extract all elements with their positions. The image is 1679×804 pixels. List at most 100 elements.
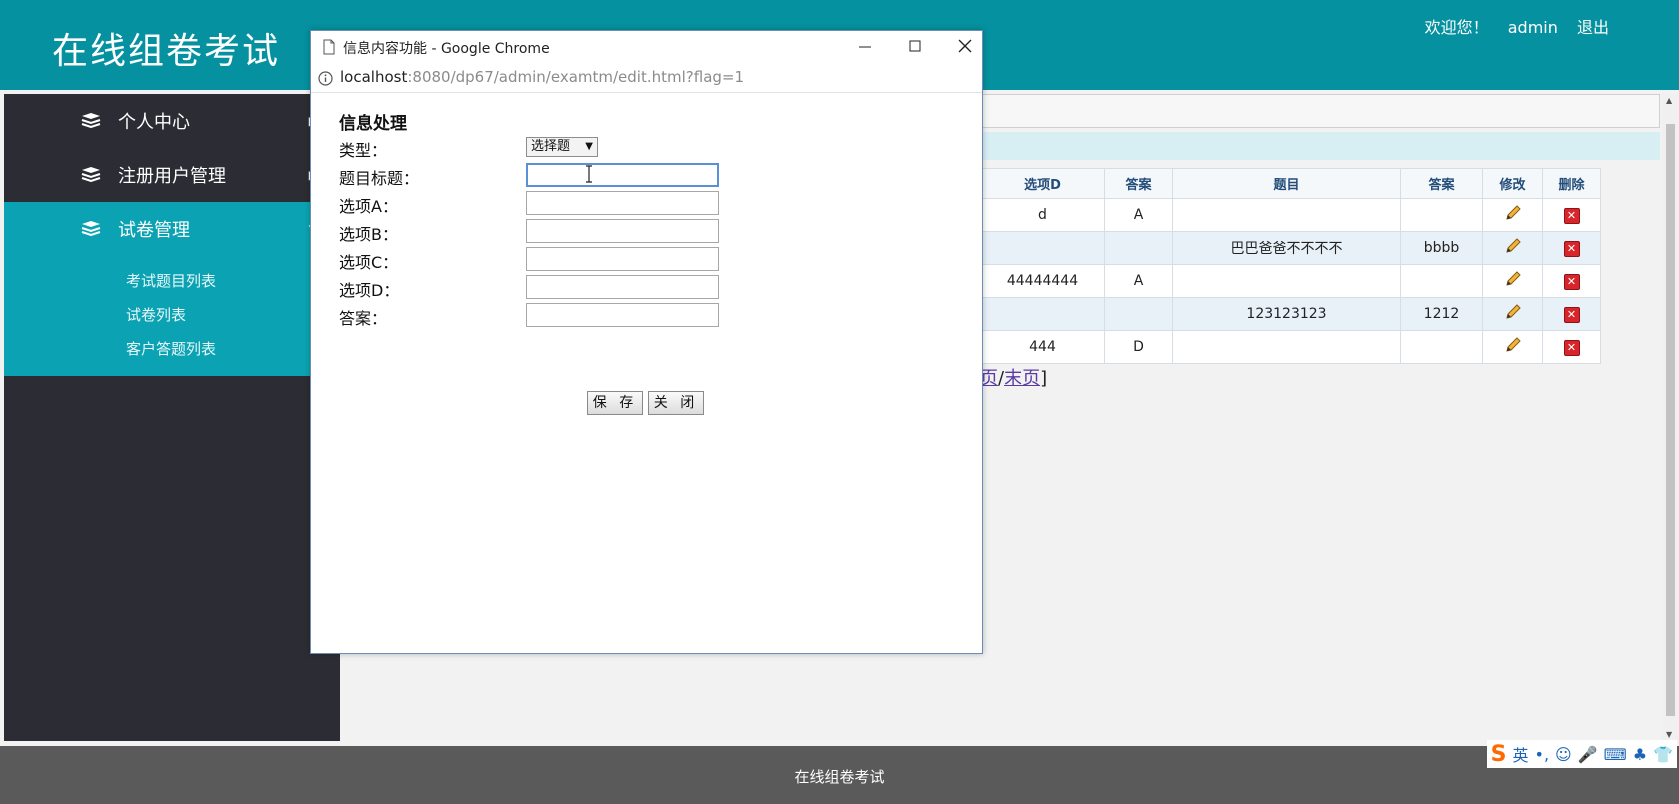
table-cell: ✕	[1542, 330, 1601, 364]
delete-icon[interactable]: ✕	[1563, 240, 1580, 257]
delete-icon[interactable]: ✕	[1563, 339, 1580, 356]
form-row-option-b: 选项B：	[339, 219, 959, 245]
sidebar-item-label: 试卷管理	[118, 220, 190, 241]
table-header-row: 选项D 答案 题目 答案 修改 删除	[940, 168, 1601, 199]
scroll-down-icon[interactable]: ▼	[1666, 730, 1672, 739]
scroll-thumb[interactable]	[1666, 124, 1675, 716]
delete-icon[interactable]: ✕	[1563, 306, 1580, 323]
form-row-option-d: 选项D：	[339, 275, 959, 301]
sidebar-item-exam-management[interactable]: 试卷管理 ▼	[4, 202, 340, 256]
option-c-input[interactable]	[526, 247, 719, 271]
pencil-icon[interactable]	[1504, 270, 1522, 288]
table-row: 444 D ✕	[940, 330, 1601, 364]
table-cell	[1400, 330, 1483, 364]
table-cell	[980, 297, 1105, 331]
form-row-option-a: 选项A：	[339, 191, 959, 217]
minimize-icon	[859, 46, 871, 48]
title-input[interactable]	[526, 163, 719, 187]
keyboard-icon[interactable]: ⌨	[1604, 745, 1627, 764]
delete-icon[interactable]: ✕	[1563, 207, 1580, 224]
sidebar-subitem-question-list[interactable]: 考试题目列表	[4, 264, 340, 298]
ime-language[interactable]: 英	[1512, 742, 1528, 766]
window-titlebar[interactable]: 信息内容功能 - Google Chrome	[311, 31, 982, 63]
form-row-title: 题目标题：	[339, 163, 959, 189]
sidebar-item-user-management[interactable]: 注册用户管理 ▶	[4, 148, 340, 202]
option-d-label: 选项D：	[339, 281, 400, 300]
table-header-cell: 选项D	[980, 168, 1105, 199]
table-cell	[1400, 264, 1483, 298]
sidebar-subitem-answer-list[interactable]: 客户答题列表	[4, 332, 340, 366]
emoji-icon[interactable]: ☺	[1555, 745, 1572, 764]
table-cell: A	[1104, 264, 1173, 298]
edit-form: 信息处理 类型： 选择题 ▼ 题目标题： 选项A： 选项B： 选项C： 选项D：…	[311, 95, 982, 653]
username-link[interactable]: admin	[1508, 18, 1558, 37]
pencil-icon[interactable]	[1504, 204, 1522, 222]
table-header-cell: 答案	[1400, 168, 1483, 199]
delete-icon[interactable]: ✕	[1563, 273, 1580, 290]
user-area: 欢迎您！ admin 退出	[1411, 14, 1609, 38]
table-cell: 巴巴爸爸不不不不	[1172, 231, 1401, 265]
sidebar-item-label: 注册用户管理	[118, 166, 226, 187]
option-b-input[interactable]	[526, 219, 719, 243]
pager-bracket: ]	[1040, 368, 1048, 389]
table-cell	[1172, 264, 1401, 298]
sidebar: 个人中心 ▶ 注册用户管理 ▶ 试卷管理 ▼ 考试题目列表 试卷列表 客户答题列…	[4, 94, 340, 741]
minimize-button[interactable]	[847, 35, 883, 59]
type-select[interactable]: 选择题 ▼	[526, 137, 598, 157]
sogou-logo-icon[interactable]: S	[1491, 742, 1507, 767]
punctuation-icon[interactable]: •,	[1535, 745, 1550, 764]
pencil-icon[interactable]	[1504, 303, 1522, 321]
sidebar-item-label: 个人中心	[118, 112, 190, 133]
info-icon[interactable]	[318, 71, 333, 86]
logout-link[interactable]: 退出	[1577, 18, 1609, 37]
sidebar-subitem-paper-list[interactable]: 试卷列表	[4, 298, 340, 332]
table-row: 3 44444444 A ✕	[940, 264, 1601, 298]
site-title: 在线组卷考试	[52, 31, 281, 72]
option-c-label: 选项C：	[339, 253, 399, 272]
form-row-type: 类型： 选择题 ▼	[339, 135, 959, 161]
text-cursor-icon	[586, 165, 592, 183]
maximize-icon	[909, 40, 921, 52]
save-button[interactable]: 保 存	[587, 391, 643, 415]
option-d-input[interactable]	[526, 275, 719, 299]
table-row: 123123123 1212 ✕	[940, 297, 1601, 331]
sidebar-item-personal-center[interactable]: 个人中心 ▶	[4, 94, 340, 148]
type-label: 类型：	[339, 141, 388, 160]
layers-icon	[81, 221, 101, 236]
table-cell: ✕	[1542, 231, 1601, 265]
table-cell	[980, 231, 1105, 265]
answer-input[interactable]	[526, 303, 719, 327]
pencil-icon[interactable]	[1504, 336, 1522, 354]
table-cell	[1104, 231, 1173, 265]
table-cell: d	[980, 198, 1105, 232]
pencil-icon[interactable]	[1504, 237, 1522, 255]
scroll-up-icon[interactable]: ▲	[1666, 96, 1672, 105]
option-b-label: 选项B：	[339, 225, 398, 244]
close-button[interactable]: 关 闭	[648, 391, 704, 415]
option-a-input[interactable]	[526, 191, 719, 215]
ime-toolbar[interactable]: S 英 •, ☺ 🎤 ⌨ ♣ 👕	[1486, 740, 1677, 768]
table-header-cell: 删除	[1542, 168, 1601, 199]
shirt-icon[interactable]: 👕	[1653, 745, 1673, 764]
skin-icon[interactable]: ♣	[1633, 745, 1647, 764]
table-cell: bbbb	[1400, 231, 1483, 265]
last-page-link[interactable]: 末页	[1004, 368, 1040, 389]
table-cell	[1482, 264, 1543, 298]
address-bar[interactable]: localhost:8080/dp67/admin/examtm/edit.ht…	[311, 63, 982, 93]
microphone-icon[interactable]: 🎤	[1578, 745, 1598, 764]
table-cell	[1482, 198, 1543, 232]
url-text[interactable]: localhost:8080/dp67/admin/examtm/edit.ht…	[340, 68, 744, 86]
table-header-cell: 答案	[1104, 168, 1173, 199]
window-title: 信息内容功能 - Google Chrome	[343, 41, 550, 57]
form-row-answer: 答案：	[339, 303, 959, 329]
page-scrollbar[interactable]: ▲ ▼	[1662, 94, 1679, 741]
table-row: d A ✕	[940, 198, 1601, 232]
close-window-button[interactable]	[947, 35, 983, 59]
table-cell: 1212	[1400, 297, 1483, 331]
footer-text: 在线组卷考试	[794, 768, 885, 786]
chrome-popup-window: 信息内容功能 - Google Chrome localhost:8080/dp…	[310, 30, 983, 654]
close-icon	[958, 39, 972, 53]
table-cell: 444	[980, 330, 1105, 364]
maximize-button[interactable]	[897, 35, 933, 59]
question-table: 选项D 答案 题目 答案 修改 删除 d A ✕ 巴巴爸爸不不不不 bbbb ✕…	[940, 168, 1601, 364]
